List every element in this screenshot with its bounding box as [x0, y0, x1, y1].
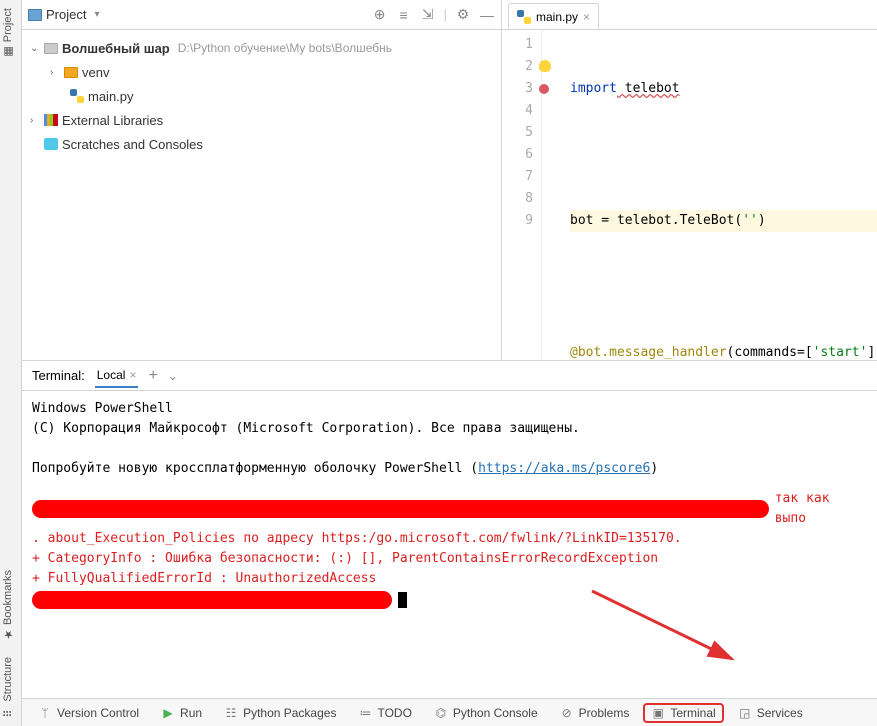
project-tree: ⌄ Волшебный шар D:\Python обучение\My bo… [22, 30, 501, 162]
terminal-link[interactable]: https://aka.ms/pscore6 [478, 461, 650, 476]
packages-icon: ☷ [224, 706, 238, 720]
run-button[interactable]: ▶Run [153, 703, 210, 723]
todo-icon: ≔ [358, 706, 372, 720]
terminal-title: Terminal: [32, 368, 85, 383]
terminal-output[interactable]: Windows PowerShell (C) Корпорация Майкро… [22, 391, 877, 698]
locate-icon[interactable]: ⊕ [372, 7, 388, 23]
terminal-dropdown-icon[interactable]: ⌄ [168, 369, 178, 383]
tree-root-path: D:\Python обучение\My bots\Волшебнь [178, 41, 392, 55]
tree-root[interactable]: ⌄ Волшебный шар D:\Python обучение\My bo… [26, 36, 497, 60]
breakpoint-icon[interactable] [539, 84, 549, 94]
terminal-line: (C) Корпорация Майкрософт (Microsoft Cor… [32, 419, 867, 439]
chevron-down-icon[interactable]: ⌄ [30, 43, 40, 54]
editor-panel: main.py × 1 2 3 4 5 6 7 8 9 [502, 0, 877, 360]
structure-tool-tab[interactable]: ⠿ Structure [0, 649, 16, 726]
services-icon: ◲ [738, 706, 752, 720]
editor-body[interactable]: 1 2 3 4 5 6 7 8 9 import telebot bot = t… [502, 30, 877, 360]
terminal-error-line: . about_Execution_Policies по адресу htt… [32, 529, 867, 549]
terminal-line: Попробуйте новую кроссплатформенную обол… [32, 459, 867, 479]
terminal-error-line: + FullyQualifiedErrorId : UnauthorizedAc… [32, 569, 867, 589]
terminal-line: Windows PowerShell [32, 399, 867, 419]
hide-panel-icon[interactable]: — [479, 7, 495, 23]
tree-item-label: Scratches and Consoles [62, 137, 203, 152]
folder-icon [64, 67, 78, 78]
editor-tabs: main.py × [502, 0, 877, 30]
branch-icon: ᛘ [38, 706, 52, 720]
bookmarks-tool-tab[interactable]: ★ Bookmarks [0, 562, 16, 649]
project-tool-label: Project [2, 8, 14, 42]
terminal-tab-local[interactable]: Local × [95, 363, 139, 388]
project-view-dropdown[interactable]: ▾ [94, 9, 99, 20]
vcs-button[interactable]: ᛘVersion Control [30, 703, 147, 723]
chevron-right-icon[interactable]: › [50, 67, 60, 78]
code-area[interactable]: import telebot bot = telebot.TeleBot('')… [542, 30, 877, 360]
project-panel-header: Project ▾ ⊕ ≡ ⇲ | ⚙ — [22, 0, 501, 30]
python-file-icon [70, 89, 84, 103]
line-gutter: 1 2 3 4 5 6 7 8 9 [502, 30, 542, 360]
bottom-toolbar: ᛘVersion Control ▶Run ☷Python Packages ≔… [22, 698, 877, 726]
terminal-icon: ▣ [651, 706, 665, 720]
close-icon[interactable]: × [583, 10, 590, 24]
python-icon: ⌬ [434, 706, 448, 720]
project-tool-tab[interactable]: ▦ Project [0, 0, 16, 66]
terminal-cursor [398, 592, 407, 608]
tree-item-label: venv [82, 65, 109, 80]
play-icon: ▶ [161, 706, 175, 720]
intention-bulb-icon[interactable] [539, 60, 551, 72]
scratches-icon [44, 138, 58, 150]
collapse-all-icon[interactable]: ⇲ [420, 7, 436, 23]
project-panel-title: Project [46, 7, 86, 22]
redacted-bar [32, 591, 392, 609]
terminal-header: Terminal: Local × + ⌄ [22, 361, 877, 391]
expand-all-icon[interactable]: ≡ [396, 7, 412, 23]
tree-root-name: Волшебный шар [62, 41, 170, 56]
tree-main-py[interactable]: main.py [26, 84, 497, 108]
libraries-icon [44, 114, 58, 126]
problems-icon: ⊘ [560, 706, 574, 720]
project-view-icon [28, 9, 42, 21]
project-icon: ▦ [2, 46, 14, 58]
todo-button[interactable]: ≔TODO [350, 703, 419, 723]
services-button[interactable]: ◲Services [730, 703, 811, 723]
terminal-error-line: + CategoryInfo : Ошибка безопасности: (:… [32, 549, 867, 569]
structure-tool-label: Structure [2, 657, 14, 702]
tree-item-label: External Libraries [62, 113, 163, 128]
terminal-tab-label: Local [97, 368, 126, 382]
redacted-bar [32, 500, 769, 518]
python-packages-button[interactable]: ☷Python Packages [216, 703, 344, 723]
editor-tab-label: main.py [536, 10, 578, 24]
gear-icon[interactable]: ⚙ [455, 7, 471, 23]
editor-tab-main[interactable]: main.py × [508, 3, 599, 29]
python-file-icon [517, 10, 531, 24]
bookmark-icon: ★ [2, 629, 14, 641]
tree-external-libs[interactable]: › External Libraries [26, 108, 497, 132]
tree-scratches[interactable]: Scratches and Consoles [26, 132, 497, 156]
new-terminal-button[interactable]: + [148, 367, 157, 385]
terminal-button[interactable]: ▣Terminal [643, 703, 723, 723]
close-icon[interactable]: × [129, 368, 136, 382]
folder-icon [44, 43, 58, 54]
left-tool-strip: ▦ Project ★ Bookmarks ⠿ Structure [0, 0, 22, 726]
chevron-right-icon[interactable]: › [30, 115, 40, 126]
problems-button[interactable]: ⊘Problems [552, 703, 638, 723]
terminal-panel: Terminal: Local × + ⌄ Windows PowerShell… [22, 360, 877, 698]
terminal-error-text: так как выпо [775, 489, 867, 529]
python-console-button[interactable]: ⌬Python Console [426, 703, 546, 723]
tree-item-label: main.py [88, 89, 134, 104]
tree-venv[interactable]: › venv [26, 60, 497, 84]
project-panel: Project ▾ ⊕ ≡ ⇲ | ⚙ — ⌄ [22, 0, 502, 360]
bookmarks-tool-label: Bookmarks [2, 570, 14, 625]
structure-icon: ⠿ [2, 706, 14, 718]
